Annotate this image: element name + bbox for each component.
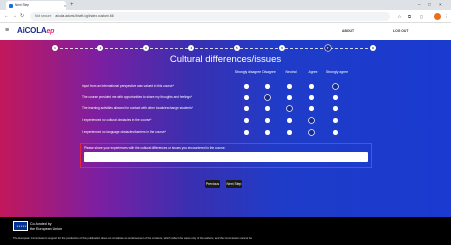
url-field[interactable]: Not secure aicola.adorsl.it/self-cg/inde… (30, 12, 390, 21)
progress-step-2: 2 (97, 45, 104, 51)
rating-radio-3[interactable] (287, 118, 292, 123)
open-question-section: Please share your experiences with the c… (80, 143, 372, 168)
rating-radio-2[interactable] (265, 95, 270, 100)
rating-radio-4[interactable] (309, 84, 314, 89)
eu-flag-icon: ★★★★★ (13, 221, 28, 231)
question-text: The course provided me with opportunitie… (82, 95, 193, 99)
site-logo[interactable]: AiCOLAep (17, 26, 54, 36)
rating-radio-3[interactable] (287, 95, 292, 100)
question-row: I experienced no language obstacles/barr… (82, 127, 372, 138)
sidebar-icon[interactable]: ▯ (418, 13, 425, 20)
progress-step-5: 5 (233, 45, 240, 51)
question-text: I experienced no cultural obstacles in t… (82, 118, 152, 122)
close-tab-icon[interactable]: × (64, 1, 66, 10)
bookmark-star-icon[interactable]: ☆ (396, 13, 403, 20)
rating-radio-1[interactable] (244, 106, 249, 111)
browser-menu-icon[interactable]: ⋮ (443, 13, 450, 20)
scale-column-5: Strongly agree (325, 70, 349, 74)
rating-radio-1[interactable] (244, 84, 249, 89)
question-row: The course provided me with opportunitie… (82, 92, 372, 103)
rating-radio-5[interactable] (333, 106, 338, 111)
site-header: ≡ AiCOLAep ABOUT LOG OUT (0, 23, 451, 40)
survey-panel: 1 2 3 4 5 6 7 8 Cultural differences/issues Str… (0, 40, 451, 217)
open-question-label: Please share your experiences with the c… (84, 146, 226, 150)
site-favicon-icon (9, 4, 13, 8)
progress-step-3: 3 (142, 45, 149, 51)
progress-step-4: 4 (188, 45, 195, 51)
progress-step-7: 7 (324, 45, 331, 51)
rating-radio-4[interactable] (309, 130, 314, 135)
open-question-input[interactable] (84, 152, 368, 162)
eu-line-2: the European Union (30, 226, 62, 231)
not-secure-label[interactable]: Not secure (35, 14, 51, 18)
browser-address-bar: ← → ↻ Not secure aicola.adorsl.it/self-c… (0, 10, 451, 23)
next-step-button[interactable]: Next Step (226, 180, 242, 188)
rating-radio-3[interactable] (287, 84, 292, 89)
rating-radio-3[interactable] (287, 130, 292, 135)
question-row: Input from an international perspective … (82, 81, 372, 92)
browser-tab-bar: Next Step × + – □ × (0, 0, 451, 10)
logo-accent-text: ep (46, 28, 55, 35)
url-text: aicola.adorsl.it/self-cg/index.custom.66 (55, 14, 114, 18)
about-link[interactable]: ABOUT (342, 28, 354, 34)
forward-icon[interactable]: → (12, 11, 17, 22)
new-tab-icon[interactable]: + (70, 0, 74, 10)
question-text: I experienced no language obstacles/barr… (82, 130, 166, 134)
profile-avatar[interactable] (434, 13, 441, 20)
logo-main-text: AiCOLA (17, 26, 47, 35)
extensions-icon[interactable]: ⧉ (406, 13, 413, 20)
rating-radio-1[interactable] (244, 118, 249, 123)
site-footer: ★★★★★ Co-funded by the European Union Th… (0, 217, 451, 245)
rating-radio-2[interactable] (265, 84, 270, 89)
progress-step-1: 1 (52, 45, 58, 51)
rating-radio-2[interactable] (265, 106, 270, 111)
rating-radio-1[interactable] (244, 95, 249, 100)
eu-disclaimer: The European Commission's support for th… (13, 237, 252, 240)
question-row: I experienced no cultural obstacles in t… (82, 115, 372, 126)
question-row: The learning activities allowed for cont… (82, 103, 372, 114)
rating-radio-5[interactable] (333, 95, 338, 100)
rating-radio-5[interactable] (333, 130, 338, 135)
eu-stars: ★★★★★ (16, 225, 27, 228)
progress-step-8: 8 (370, 45, 376, 51)
rating-radio-4[interactable] (309, 106, 314, 111)
question-text: Input from an international perspective … (82, 84, 174, 88)
hamburger-menu-icon[interactable]: ≡ (5, 27, 9, 35)
rating-radio-5[interactable] (333, 118, 338, 123)
rating-radio-4[interactable] (309, 118, 314, 123)
rating-radio-5[interactable] (333, 84, 338, 89)
rating-radio-1[interactable] (244, 130, 249, 135)
browser-tab[interactable]: Next Step × (6, 1, 66, 10)
rating-radio-2[interactable] (265, 130, 270, 135)
close-window-icon[interactable]: × (439, 0, 442, 10)
reload-icon[interactable]: ↻ (20, 11, 24, 22)
minimize-icon[interactable]: – (418, 0, 421, 10)
back-icon[interactable]: ← (4, 11, 9, 22)
logout-link[interactable]: LOG OUT (393, 28, 408, 34)
tab-title: Next Step (15, 3, 29, 7)
rating-radio-2[interactable] (265, 118, 270, 123)
maximize-icon[interactable]: □ (428, 0, 431, 10)
question-text: The learning activities allowed for cont… (82, 106, 193, 110)
rating-radio-3[interactable] (287, 106, 292, 111)
progress-step-6: 6 (279, 45, 286, 51)
page-title: Cultural differences/issues (169, 54, 282, 65)
previous-button[interactable]: Previous (205, 180, 220, 188)
rating-radio-4[interactable] (309, 95, 314, 100)
eu-funding-text: Co-funded by the European Union (30, 222, 62, 231)
